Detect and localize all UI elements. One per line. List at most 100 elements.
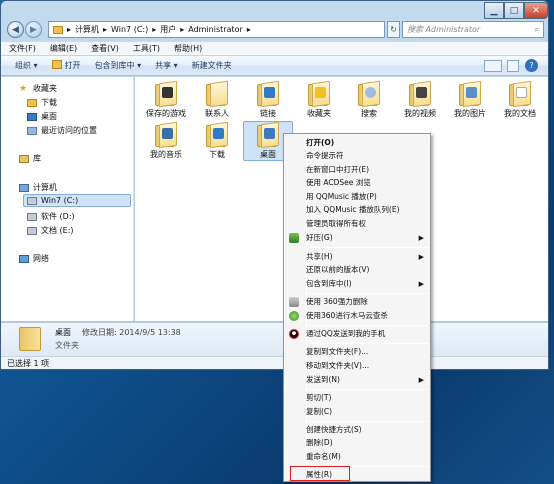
menu-item-360-scan[interactable]: 使用360进行木马云查杀 — [286, 310, 428, 322]
include-library-button[interactable]: 包含到库中 ▾ — [95, 60, 142, 71]
nav-desktop[interactable]: 桌面 — [27, 111, 57, 122]
menu-item-cmd[interactable]: 命令提示符 — [286, 150, 428, 162]
menu-item-label: 移动到文件夹(V)... — [306, 361, 370, 370]
folder-contacts[interactable]: 联系人 — [192, 80, 242, 119]
menu-item-cut[interactable]: 剪切(T) — [286, 392, 428, 404]
forward-button[interactable]: ▶ — [25, 21, 42, 38]
folder-icon — [507, 80, 533, 108]
minimize-button[interactable]: ▁ — [484, 2, 504, 19]
folder-label: 联系人 — [205, 109, 229, 118]
folder-label: 我的文档 — [504, 109, 536, 118]
highlight-box — [290, 466, 350, 481]
nav-favorites[interactable]: ★ 收藏夹 — [19, 83, 57, 94]
menu-item-share[interactable]: 共享(H) ▶ — [286, 251, 428, 263]
nav-drive-e[interactable]: 文档 (E:) — [27, 225, 74, 236]
nav-library[interactable]: 库 — [19, 153, 41, 164]
menu-item-copy[interactable]: 复制(C) — [286, 406, 428, 418]
menu-item-create-shortcut[interactable]: 创建快捷方式(S) — [286, 424, 428, 436]
menu-edit[interactable]: 编辑(E) — [50, 43, 77, 54]
folder-downloads[interactable]: 下载 — [192, 121, 242, 160]
menu-item-open[interactable]: 打开(O) — [286, 137, 428, 149]
open-button[interactable]: 打开 — [51, 60, 81, 71]
menu-item-label: 使用360进行木马云查杀 — [306, 311, 388, 320]
breadcrumb-administrator[interactable]: Administrator — [188, 25, 243, 34]
help-icon[interactable]: ? — [525, 59, 538, 72]
menu-item-label: 复制到文件夹(F)... — [306, 347, 369, 356]
nav-recent-label: 最近访问的位置 — [41, 126, 97, 135]
network-icon — [19, 254, 29, 263]
breadcrumb-drive[interactable]: Win7 (C:) — [111, 25, 148, 34]
shredder-icon — [289, 297, 299, 307]
menu-item-send-qq[interactable]: 通过QQ发送到我的手机 — [286, 328, 428, 340]
breadcrumb-separator: ▸ — [180, 25, 185, 34]
folder-documents[interactable]: 我的文档 — [495, 80, 545, 119]
open-icon — [51, 60, 62, 69]
close-button[interactable]: ✕ — [524, 2, 548, 19]
refresh-button[interactable]: ↻ — [387, 21, 400, 38]
menu-view[interactable]: 查看(V) — [91, 43, 119, 54]
folder-links[interactable]: 链接 — [243, 80, 293, 119]
breadcrumb-computer[interactable]: 计算机 — [75, 24, 99, 35]
menu-help[interactable]: 帮助(H) — [174, 43, 202, 54]
menu-item-rename[interactable]: 重命名(M) — [286, 451, 428, 463]
maximize-button[interactable]: □ — [504, 2, 524, 19]
nav-recent[interactable]: 最近访问的位置 — [27, 125, 97, 136]
menu-item-label: 创建快捷方式(S) — [306, 425, 362, 434]
breadcrumb-users[interactable]: 用户 — [160, 24, 176, 35]
folder-pictures[interactable]: 我的图片 — [445, 80, 495, 119]
menu-file[interactable]: 文件(F) — [9, 43, 36, 54]
menu-item-qqmusic-queue[interactable]: 加入 QQMusic 播放队列(E) — [286, 204, 428, 216]
folder-label: 我的音乐 — [150, 150, 182, 159]
menu-separator — [308, 421, 428, 422]
organize-button[interactable]: 组织 ▾ — [15, 60, 38, 71]
menu-item-label: 剪切(T) — [306, 393, 332, 402]
nav-computer[interactable]: 计算机 — [19, 182, 57, 193]
drive-icon — [27, 212, 37, 221]
breadcrumb-separator: ▸ — [152, 25, 157, 34]
menu-item-admin[interactable]: 管理员取得所有权 — [286, 218, 428, 230]
nav-drive-d[interactable]: 软件 (D:) — [27, 211, 75, 222]
folder-icon — [153, 121, 179, 149]
folder-icon — [53, 25, 63, 34]
folder-searches[interactable]: 搜索 — [344, 80, 394, 119]
menu-item-new-window[interactable]: 在新窗口中打开(E) — [286, 164, 428, 176]
folder-videos[interactable]: 我的视频 — [395, 80, 445, 119]
view-options-icon[interactable] — [484, 60, 502, 72]
nav-desktop-label: 桌面 — [41, 112, 57, 121]
folder-saved-games[interactable]: 保存的游戏 — [141, 80, 191, 119]
menu-item-360-delete[interactable]: 使用 360强力删除 — [286, 296, 428, 308]
menu-item-label: 加入 QQMusic 播放队列(E) — [306, 205, 400, 214]
address-bar[interactable]: ▸ 计算机 ▸ Win7 (C:) ▸ 用户 ▸ Administrator ▸ — [48, 21, 385, 38]
menu-item-include-library[interactable]: 包含到库中(I) ▶ — [286, 278, 428, 290]
nav-computer-label: 计算机 — [33, 183, 57, 192]
share-button[interactable]: 共享 ▾ — [155, 60, 178, 71]
menu-item-send-to[interactable]: 发送到(N) ▶ — [286, 374, 428, 386]
context-menu: 打开(O) 命令提示符 在新窗口中打开(E) 使用 ACDSee 浏览 用 QQ… — [283, 133, 431, 482]
menu-item-haozip[interactable]: 好压(G) ▶ — [286, 232, 428, 244]
nav-downloads[interactable]: 下载 — [27, 97, 57, 108]
folder-icon — [457, 80, 483, 108]
menu-item-acdsee[interactable]: 使用 ACDSee 浏览 — [286, 177, 428, 189]
menu-item-move-to[interactable]: 移动到文件夹(V)... — [286, 360, 428, 372]
folder-favorites[interactable]: 收藏夹 — [294, 80, 344, 119]
menu-item-label: 共享(H) — [306, 252, 333, 261]
menu-item-restore[interactable]: 还原以前的版本(V) — [286, 264, 428, 276]
new-folder-button[interactable]: 新建文件夹 — [192, 60, 232, 71]
haozip-icon — [289, 233, 299, 243]
nav-network[interactable]: 网络 — [19, 253, 49, 264]
nav-drive-c[interactable]: Win7 (C:) — [27, 196, 78, 205]
preview-pane-icon[interactable] — [507, 60, 519, 72]
folder-icon — [19, 327, 41, 351]
menu-item-copy-to[interactable]: 复制到文件夹(F)... — [286, 346, 428, 358]
menu-separator — [308, 293, 428, 294]
menu-item-qqmusic-play[interactable]: 用 QQMusic 播放(P) — [286, 191, 428, 203]
qq-penguin-icon — [289, 329, 299, 339]
folder-music[interactable]: 我的音乐 — [141, 121, 191, 160]
folder-icon — [204, 121, 230, 149]
menu-tools[interactable]: 工具(T) — [133, 43, 160, 54]
back-button[interactable]: ◀ — [7, 21, 24, 38]
computer-icon — [19, 183, 29, 192]
details-pane: 桌面 修改日期: 2014/9/5 13:38 文件夹 — [1, 322, 548, 356]
search-input[interactable]: 搜索 Administrator ⌕ — [402, 21, 544, 38]
menu-item-delete[interactable]: 删除(D) — [286, 437, 428, 449]
